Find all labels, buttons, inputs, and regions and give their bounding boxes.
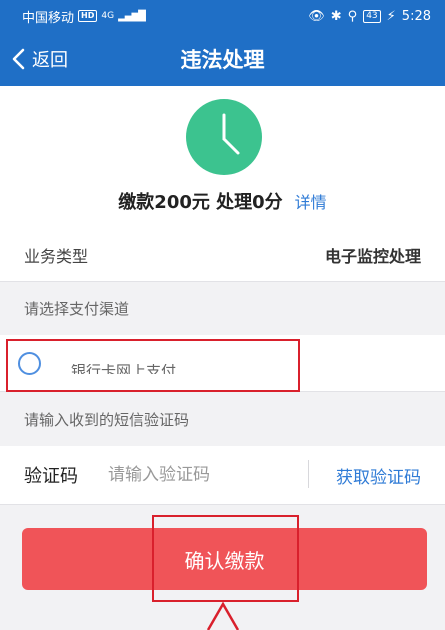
- network-type: 4G: [101, 11, 115, 21]
- clock-icon: [186, 99, 262, 175]
- signal-icon: ▂▄▆█: [118, 10, 146, 22]
- eye-icon: 👁: [308, 8, 325, 24]
- field-separator: [308, 460, 309, 488]
- carrier-name: 中国移动: [22, 10, 75, 26]
- sms-code-hint: 请输入收到的短信验证码: [24, 410, 190, 429]
- fine-summary-text: 缴款200元 处理0分: [118, 192, 283, 213]
- battery-icon: 43: [363, 9, 381, 23]
- charging-icon: ⚡: [386, 8, 396, 24]
- divider: [0, 504, 445, 505]
- annotation-arrow-icon: [206, 601, 240, 630]
- business-type-row: 业务类型 电子监控处理: [0, 229, 445, 281]
- bluetooth-icon: ✱: [330, 8, 342, 24]
- payment-option-label: 银行卡网上支付: [71, 364, 177, 374]
- verification-code-input[interactable]: [108, 465, 278, 485]
- back-label: 返回: [32, 50, 68, 71]
- payment-summary: 缴款200元 处理0分 详情: [0, 186, 445, 216]
- nav-bar: 违法处理 返回: [0, 32, 445, 86]
- payment-channel-hint: 请选择支付渠道: [24, 300, 130, 318]
- hd-badge: HD: [78, 10, 98, 22]
- payment-summary-card: 缴款200元 处理0分 详情: [0, 86, 445, 229]
- confirm-payment-button[interactable]: 确认缴款: [22, 528, 427, 590]
- payment-channel-section: 请选择支付渠道: [0, 282, 445, 335]
- business-type-value: 电子监控处理: [324, 247, 421, 266]
- business-type-label: 业务类型: [24, 247, 89, 266]
- verification-code-row: 验证码 获取验证码: [0, 446, 445, 504]
- verification-code-label: 验证码: [24, 466, 78, 487]
- get-code-button[interactable]: 获取验证码: [336, 463, 421, 488]
- back-button[interactable]: 返回: [10, 32, 68, 86]
- payment-option-row[interactable]: 银行卡网上支付: [0, 335, 445, 391]
- status-right: 👁 ✱ ⚲ 43 ⚡ 5:28: [308, 9, 431, 24]
- payment-option-radio[interactable]: [18, 351, 41, 375]
- status-left: 中国移动 HD 4G ▂▄▆█: [22, 7, 146, 26]
- status-time: 5:28: [401, 8, 431, 24]
- location-icon: ⚲: [347, 8, 358, 24]
- chevron-left-icon: [12, 48, 25, 70]
- status-bar: 中国移动 HD 4G ▂▄▆█ 👁 ✱ ⚲ 43 ⚡ 5:28: [0, 0, 445, 32]
- sms-code-section: 请输入收到的短信验证码: [0, 392, 445, 446]
- details-link[interactable]: 详情: [295, 189, 327, 213]
